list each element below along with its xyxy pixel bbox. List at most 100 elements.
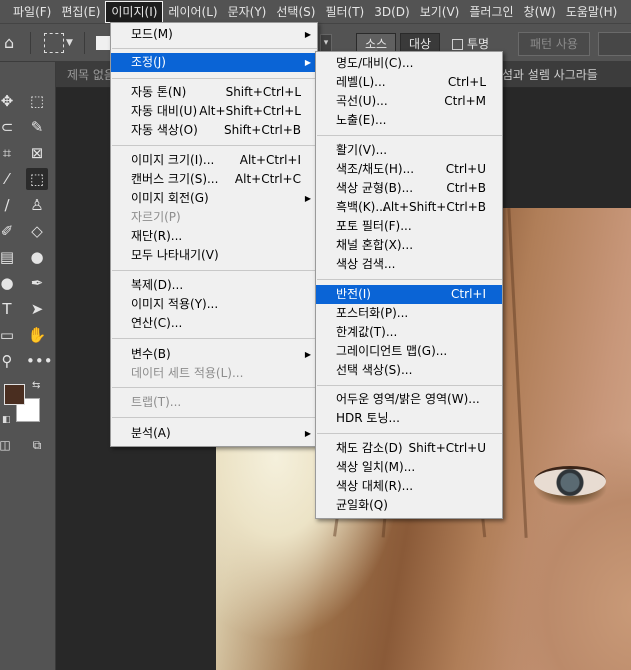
dodge-icon[interactable]: ●	[0, 272, 18, 294]
default-colors-icon[interactable]: ◧	[2, 415, 11, 425]
move-icon[interactable]: ✥	[0, 90, 18, 112]
hand-icon[interactable]: ✋	[26, 324, 48, 346]
divider	[84, 32, 85, 54]
menu-item-levels[interactable]: 레벨(L)... Ctrl+L	[316, 73, 502, 92]
menu-select[interactable]: 선택(S)	[271, 0, 320, 24]
marquee-icon[interactable]: ⬚	[26, 90, 48, 112]
menu-item-variables[interactable]: 변수(B) ▶	[111, 345, 317, 364]
swap-colors-icon[interactable]: ⇆	[32, 380, 40, 391]
chevron-down-icon[interactable]: ▼	[66, 38, 73, 48]
menu-3d[interactable]: 3D(D)	[369, 0, 414, 24]
divider	[112, 338, 317, 339]
menu-layer[interactable]: 레이어(L)	[163, 0, 222, 24]
menu-edit[interactable]: 편집(E)	[56, 0, 105, 24]
adjustments-submenu: 명도/대비(C)... 레벨(L)... Ctrl+L 곡선(U)... Ctrl+…	[315, 51, 503, 519]
menu-item-hue-saturation[interactable]: 색조/채도(H)... Ctrl+U	[316, 160, 502, 179]
tab-document-1[interactable]: 제목 없음	[56, 62, 116, 88]
more-tools-icon[interactable]: •••	[26, 350, 53, 372]
menu-image[interactable]: 이미지(I)	[105, 0, 164, 23]
menu-item-photo-filter[interactable]: 포토 필터(F)...	[316, 217, 502, 236]
foreground-color-swatch[interactable]	[4, 384, 25, 405]
menu-item-duplicate[interactable]: 복제(D)...	[111, 276, 317, 295]
divider	[30, 32, 31, 54]
menu-bar: 파일(F) 편집(E) 이미지(I) 레이어(L) 문자(Y) 선택(S) 필터…	[0, 0, 631, 24]
frame-icon[interactable]: ⊠	[26, 142, 48, 164]
menu-item-image-size[interactable]: 이미지 크기(I)... Alt+Ctrl+I	[111, 151, 317, 170]
menu-item-color-lookup[interactable]: 색상 검색...	[316, 255, 502, 274]
rectangle-icon[interactable]: ▭	[0, 324, 18, 346]
transparent-checkbox[interactable]	[452, 39, 463, 50]
menu-item-trim[interactable]: 재단(R)...	[111, 227, 317, 246]
menu-item-auto-tone[interactable]: 자동 톤(N) Shift+Ctrl+L	[111, 83, 317, 102]
menu-item-analysis[interactable]: 분석(A) ▶	[111, 424, 317, 443]
pen-icon[interactable]: ✒	[26, 272, 48, 294]
menu-item-match-color[interactable]: 색상 일치(M)...	[316, 458, 502, 477]
stamp-icon[interactable]: ♙	[26, 194, 48, 216]
menu-type[interactable]: 문자(Y)	[223, 0, 272, 24]
menu-item-invert[interactable]: 반전(I) Ctrl+I	[316, 285, 502, 304]
gradient-icon[interactable]: ▤	[0, 246, 18, 268]
menu-item-apply-data-set: 데이터 세트 적용(L)...	[131, 366, 244, 380]
quick-mask-icon[interactable]: ◫	[0, 434, 16, 456]
pattern-picker[interactable]	[598, 32, 631, 56]
menu-item-black-white[interactable]: 흑백(K)... Alt+Shift+Ctrl+B	[316, 198, 502, 217]
history-brush-icon[interactable]: ✐	[0, 220, 18, 242]
menu-view[interactable]: 보기(V)	[415, 0, 465, 24]
menu-plugins[interactable]: 플러그인	[464, 0, 518, 24]
lasso-icon[interactable]: ⊂	[0, 116, 18, 138]
menu-item-mode[interactable]: 모드(M) ▶	[111, 25, 317, 44]
menu-item-hdr-toning[interactable]: HDR 토닝...	[316, 409, 502, 428]
patch-tool-icon[interactable]: ⬚	[26, 168, 48, 190]
menu-item-exposure[interactable]: 노출(E)...	[316, 111, 502, 130]
menu-item-adjustments[interactable]: 조정(J) ▶	[111, 53, 317, 72]
menu-item-auto-contrast[interactable]: 자동 대비(U) Alt+Shift+Ctrl+L	[111, 102, 317, 121]
menu-item-desaturate[interactable]: 채도 감소(D) Shift+Ctrl+U	[316, 439, 502, 458]
eyedropper-icon[interactable]: ⁄	[0, 168, 18, 190]
menu-item-shadows-highlights[interactable]: 어두운 영역/밝은 영역(W)...	[316, 390, 502, 409]
eraser-icon[interactable]: ◇	[26, 220, 48, 242]
divider	[317, 135, 502, 136]
menu-item-channel-mixer[interactable]: 채널 혼합(X)...	[316, 236, 502, 255]
menu-item-gradient-map[interactable]: 그레이디언트 맵(G)...	[316, 342, 502, 361]
menu-item-image-rotation[interactable]: 이미지 회전(G) ▶	[111, 189, 317, 208]
menu-item-canvas-size[interactable]: 캔버스 크기(S)... Alt+Ctrl+C	[111, 170, 317, 189]
path-select-icon[interactable]: ➤	[26, 298, 48, 320]
submenu-arrow-icon: ▶	[304, 30, 311, 39]
menu-item-threshold[interactable]: 한계값(T)...	[316, 323, 502, 342]
screen-mode-icon[interactable]: ⧉	[26, 434, 48, 456]
quick-select-icon[interactable]: ✎	[26, 116, 48, 138]
menu-item-reveal-all[interactable]: 모두 나타내기(V)	[111, 246, 317, 265]
menu-item-color-balance[interactable]: 색상 균형(B)... Ctrl+B	[316, 179, 502, 198]
home-icon[interactable]: ⌂	[4, 33, 22, 52]
menu-file[interactable]: 파일(F)	[8, 0, 56, 24]
menu-item-posterize[interactable]: 포스터화(P)...	[316, 304, 502, 323]
submenu-arrow-icon: ▶	[304, 194, 311, 203]
menu-item-brightness-contrast[interactable]: 명도/대비(C)...	[316, 54, 502, 73]
hair-strand	[507, 208, 528, 538]
menu-item-apply-image[interactable]: 이미지 적용(Y)...	[111, 295, 317, 314]
menu-item-auto-color[interactable]: 자동 색상(O) Shift+Ctrl+B	[111, 121, 317, 140]
menu-item-trap: 트랩(T)...	[131, 395, 182, 409]
use-pattern-button[interactable]: 패턴 사용	[518, 32, 590, 56]
menu-window[interactable]: 창(W)	[519, 0, 561, 24]
menu-item-curves[interactable]: 곡선(U)... Ctrl+M	[316, 92, 502, 111]
zoom-icon[interactable]: ⚲	[0, 350, 18, 372]
divider	[317, 433, 502, 434]
selection-mode-icon[interactable]	[96, 36, 110, 50]
transparent-label: 투명	[467, 37, 490, 51]
chevron-down-icon[interactable]: ▾	[320, 34, 332, 52]
menu-item-vibrance[interactable]: 활기(V)...	[316, 141, 502, 160]
patch-tool-icon[interactable]	[44, 33, 64, 53]
menu-item-selective-color[interactable]: 선택 색상(S)...	[316, 361, 502, 380]
type-icon[interactable]: T	[0, 298, 18, 320]
menu-item-calculations[interactable]: 연산(C)...	[111, 314, 317, 333]
crop-icon[interactable]: ⌗	[0, 142, 18, 164]
divider	[112, 48, 317, 49]
menu-item-equalize[interactable]: 균일화(Q)	[316, 496, 502, 515]
menu-filter[interactable]: 필터(T)	[320, 0, 369, 24]
menu-item-replace-color[interactable]: 색상 대체(R)...	[316, 477, 502, 496]
submenu-arrow-icon: ▶	[304, 350, 311, 359]
blur-icon[interactable]: ●	[26, 246, 48, 268]
menu-help[interactable]: 도움말(H)	[561, 0, 623, 24]
brush-icon[interactable]: ∕	[0, 194, 18, 216]
